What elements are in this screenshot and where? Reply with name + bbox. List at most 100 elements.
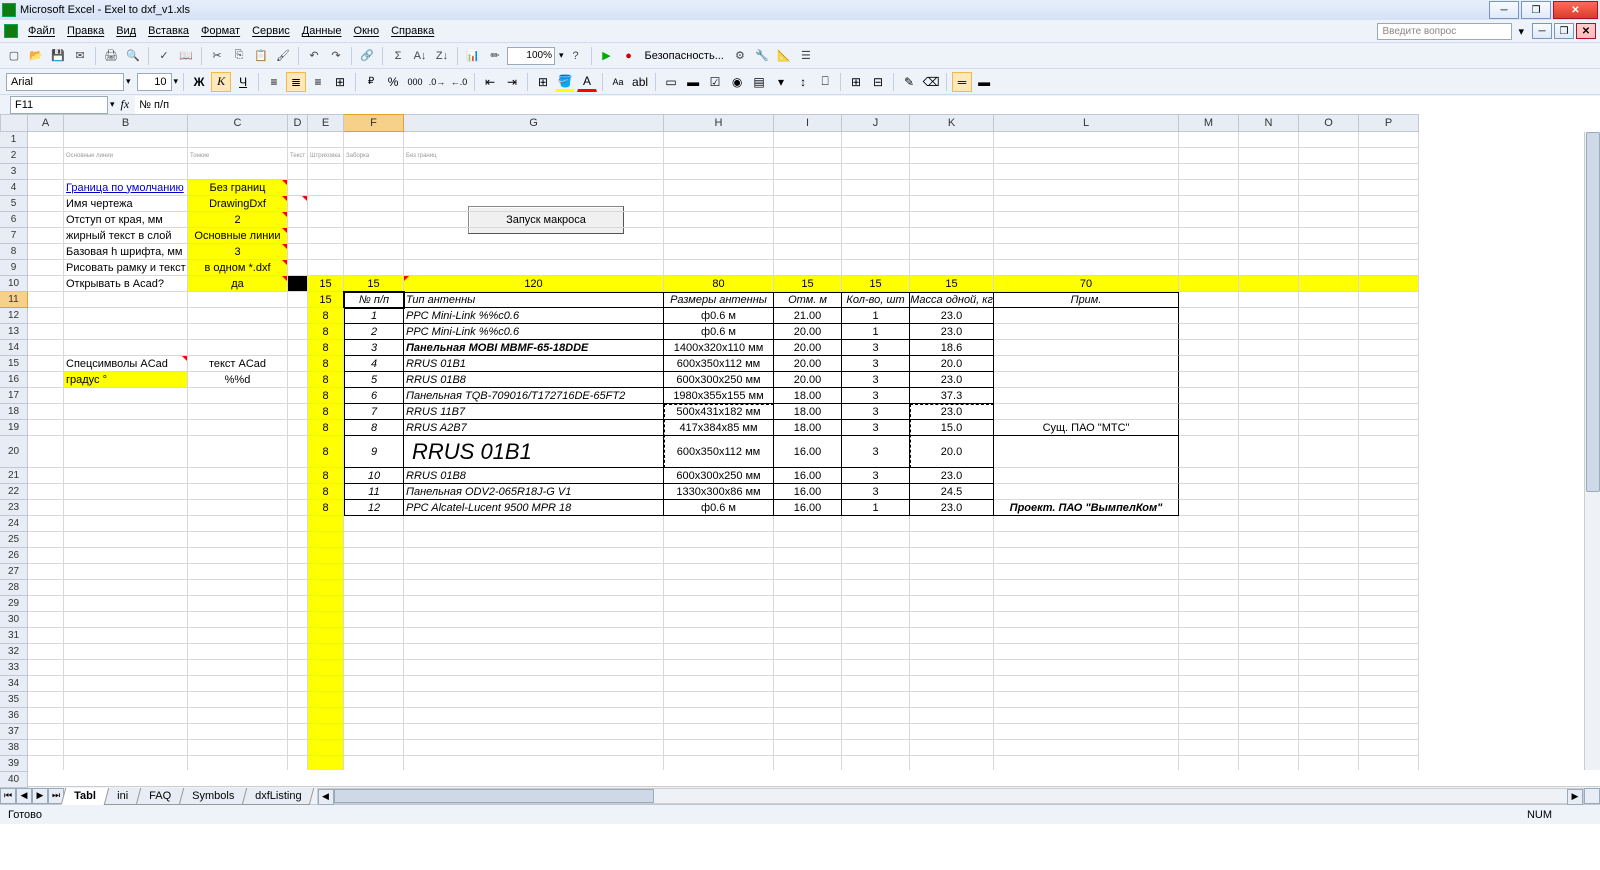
redo-icon[interactable]: ↷: [326, 46, 346, 66]
row-header[interactable]: 9: [0, 260, 28, 276]
sheet-tab[interactable]: Symbols: [179, 788, 248, 805]
close-button[interactable]: ✕: [1553, 1, 1598, 19]
font-size-combo[interactable]: 10: [137, 73, 172, 91]
design-mode-icon[interactable]: 📐: [774, 46, 794, 66]
option-icon[interactable]: ◉: [727, 72, 747, 92]
menu-format[interactable]: Формат: [195, 23, 246, 39]
col-header[interactable]: A: [28, 114, 64, 132]
copy-icon[interactable]: ⎘: [229, 46, 249, 66]
spelling-icon[interactable]: ✓: [154, 46, 174, 66]
row-header[interactable]: 34: [0, 676, 28, 692]
button-icon[interactable]: ▬: [683, 72, 703, 92]
autosum-icon[interactable]: Σ: [388, 46, 408, 66]
help-icon[interactable]: ?: [566, 46, 586, 66]
listbox-icon[interactable]: ▤: [749, 72, 769, 92]
underline-button[interactable]: Ч: [233, 72, 253, 92]
save-icon[interactable]: 💾: [48, 46, 68, 66]
menu-insert[interactable]: Вставка: [142, 23, 195, 39]
draw-border-icon[interactable]: ✎: [899, 72, 919, 92]
menu-file[interactable]: Файл: [22, 23, 61, 39]
col-header[interactable]: B: [64, 114, 188, 132]
workbook-close[interactable]: ✕: [1576, 23, 1596, 39]
col-header[interactable]: K: [910, 114, 994, 132]
percent-icon[interactable]: %: [383, 72, 403, 92]
row-header[interactable]: 18: [0, 404, 28, 420]
row-header[interactable]: 38: [0, 740, 28, 756]
row-header[interactable]: 37: [0, 724, 28, 740]
menu-window[interactable]: Окно: [348, 23, 386, 39]
preview-icon[interactable]: 🔍: [123, 46, 143, 66]
sheet-tab[interactable]: FAQ: [136, 788, 185, 805]
menu-service[interactable]: Сервис: [246, 23, 296, 39]
row-header[interactable]: 8: [0, 244, 28, 260]
minimize-button[interactable]: ─: [1489, 1, 1519, 19]
chart-icon[interactable]: 📊: [463, 46, 483, 66]
mail-icon[interactable]: ✉: [70, 46, 90, 66]
play-macro-icon[interactable]: ▶: [597, 46, 617, 66]
col-header[interactable]: J: [842, 114, 910, 132]
col-header[interactable]: O: [1299, 114, 1359, 132]
hscroll-thumb[interactable]: [334, 789, 654, 803]
row-header[interactable]: 30: [0, 612, 28, 628]
horizontal-scrollbar[interactable]: ◀ ▶: [317, 788, 1585, 804]
group-box-icon[interactable]: ▭: [661, 72, 681, 92]
properties-icon[interactable]: ☰: [796, 46, 816, 66]
row-header[interactable]: 28: [0, 580, 28, 596]
row-header[interactable]: 16: [0, 372, 28, 388]
worksheet-grid[interactable]: ABCDEFGHIJKLMNOP 12345678910111213141516…: [0, 114, 1600, 786]
row-header[interactable]: 19: [0, 420, 28, 436]
erase-border-icon[interactable]: ⌫: [921, 72, 941, 92]
menu-help[interactable]: Справка: [385, 23, 440, 39]
row-header[interactable]: 24: [0, 516, 28, 532]
scrollbar-icon[interactable]: ⎕: [815, 72, 835, 92]
sort-desc-icon[interactable]: Z↓: [432, 46, 452, 66]
workbook-restore[interactable]: ❐: [1554, 23, 1574, 39]
fx-icon[interactable]: fx: [121, 97, 130, 112]
sheet-tab[interactable]: dxfListing: [242, 788, 315, 805]
col-header[interactable]: P: [1359, 114, 1419, 132]
textbox-icon[interactable]: Aa: [608, 72, 628, 92]
col-header[interactable]: F: [344, 114, 404, 132]
borders-icon[interactable]: ⊞: [533, 72, 553, 92]
col-header[interactable]: E: [308, 114, 344, 132]
col-header[interactable]: M: [1179, 114, 1239, 132]
maximize-button[interactable]: ❐: [1521, 1, 1551, 19]
hscroll-left-icon[interactable]: ◀: [318, 789, 334, 805]
undo-icon[interactable]: ↶: [304, 46, 324, 66]
menu-data[interactable]: Данные: [296, 23, 348, 39]
column-headers[interactable]: ABCDEFGHIJKLMNOP: [28, 114, 1584, 132]
vba-icon[interactable]: ⚙: [730, 46, 750, 66]
line-weight-icon[interactable]: ▬: [974, 72, 994, 92]
row-header[interactable]: 36: [0, 708, 28, 724]
merge-icon[interactable]: ⊞: [330, 72, 350, 92]
row-header[interactable]: 20: [0, 436, 28, 468]
fill-color-icon[interactable]: 🪣: [555, 72, 575, 92]
inc-decimal-icon[interactable]: .0→: [427, 72, 447, 92]
menu-view[interactable]: Вид: [110, 23, 142, 39]
row-header[interactable]: 5: [0, 196, 28, 212]
row-header[interactable]: 1: [0, 132, 28, 148]
sort-asc-icon[interactable]: A↓: [410, 46, 430, 66]
row-header[interactable]: 11: [0, 292, 28, 308]
col-header[interactable]: L: [994, 114, 1179, 132]
workbook-minimize[interactable]: ─: [1532, 23, 1552, 39]
row-header[interactable]: 7: [0, 228, 28, 244]
controls-icon[interactable]: 🔧: [752, 46, 772, 66]
tab-first-icon[interactable]: ⏮: [0, 788, 16, 804]
research-icon[interactable]: 📖: [176, 46, 196, 66]
format-painter-icon[interactable]: 🖌: [273, 46, 293, 66]
select-all-corner[interactable]: [0, 114, 28, 132]
tab-next-icon[interactable]: ▶: [32, 788, 48, 804]
row-header[interactable]: 3: [0, 164, 28, 180]
open-icon[interactable]: 📂: [26, 46, 46, 66]
row-header[interactable]: 23: [0, 500, 28, 516]
checkbox-icon[interactable]: ☑: [705, 72, 725, 92]
col-header[interactable]: D: [288, 114, 308, 132]
name-box[interactable]: F11: [10, 96, 108, 114]
combo-icon[interactable]: ▾: [771, 72, 791, 92]
dec-decimal-icon[interactable]: ←.0: [449, 72, 469, 92]
cells-area[interactable]: Запуск макроса Основные линииТонкиеТекст…: [28, 132, 1584, 770]
row-header[interactable]: 4: [0, 180, 28, 196]
zoom-combo[interactable]: 100%: [507, 47, 555, 65]
row-header[interactable]: 13: [0, 324, 28, 340]
